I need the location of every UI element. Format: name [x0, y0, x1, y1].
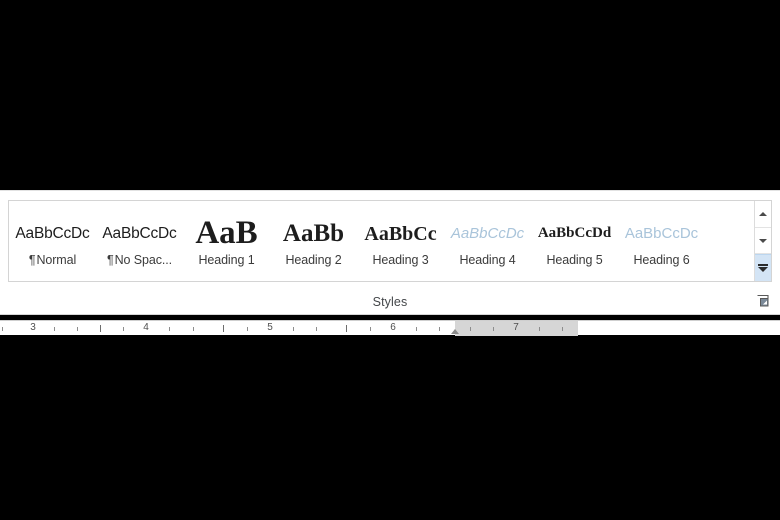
style-label-heading-1: Heading 1	[198, 253, 255, 267]
ruler-tick	[539, 327, 540, 331]
ruler-tick	[370, 327, 371, 331]
ruler-tick	[493, 327, 494, 331]
ruler-tick	[223, 325, 224, 332]
pilcrow-icon: ¶	[107, 253, 114, 267]
style-item-heading-1[interactable]: AaB Heading 1	[183, 201, 270, 281]
chevron-up-icon	[759, 211, 767, 216]
chevron-down-icon	[759, 238, 767, 243]
ruler-number: 4	[143, 322, 149, 333]
ruler-tick	[77, 327, 78, 331]
styles-group-label-row: Styles	[0, 288, 780, 315]
ruler-tick	[439, 327, 440, 331]
style-label-normal: ¶Normal	[29, 254, 76, 271]
style-preview-heading-3: AaBbCc	[364, 222, 437, 245]
style-item-heading-5[interactable]: AaBbCcDd Heading 5	[531, 201, 618, 281]
gallery-scroll-down-button[interactable]	[755, 227, 771, 255]
style-item-heading-2[interactable]: AaBb Heading 2	[270, 201, 357, 281]
ruler-tick	[247, 327, 248, 331]
styles-gallery-frame: AaBbCcDc ¶Normal AaBbCcDc ¶No Spac... Aa…	[8, 200, 772, 282]
style-preview-heading-5: AaBbCcDd	[537, 225, 612, 242]
ruler-tick	[416, 327, 417, 331]
style-item-heading-3[interactable]: AaBbCc Heading 3	[357, 201, 444, 281]
ruler-tick	[100, 325, 101, 332]
style-item-no-spacing[interactable]: AaBbCcDc ¶No Spac...	[96, 201, 183, 281]
style-preview-heading-1: AaB	[195, 215, 258, 252]
style-item-heading-6[interactable]: AaBbCcDc Heading 6	[618, 201, 705, 281]
style-preview-heading-4: AaBbCcDc	[450, 225, 525, 243]
ruler-number: 6	[390, 322, 396, 333]
style-label-heading-5: Heading 5	[546, 253, 603, 267]
dialog-launcher-icon[interactable]	[756, 294, 770, 308]
ruler-tick	[562, 327, 563, 331]
more-styles-icon	[758, 264, 768, 273]
style-label-heading-2: Heading 2	[285, 253, 342, 267]
ruler-tick	[346, 325, 347, 332]
style-preview-heading-6: AaBbCcDc	[624, 225, 699, 243]
styles-gallery[interactable]: AaBbCcDc ¶Normal AaBbCcDc ¶No Spac... Aa…	[9, 201, 754, 281]
ruler-tick	[470, 327, 471, 331]
ruler-number: 7	[513, 322, 519, 333]
styles-ribbon-group: AaBbCcDc ¶Normal AaBbCcDc ¶No Spac... Aa…	[0, 190, 780, 315]
ruler-indent-marker[interactable]	[451, 329, 459, 334]
ruler-tick	[169, 327, 170, 331]
ruler-tick	[293, 327, 294, 331]
gallery-more-button[interactable]	[755, 254, 771, 282]
style-item-normal[interactable]: AaBbCcDc ¶Normal	[9, 201, 96, 281]
ruler-tick	[54, 327, 55, 331]
ruler-number: 3	[30, 322, 36, 333]
styles-gallery-scrollbar[interactable]	[754, 201, 771, 282]
style-label-no-spacing: ¶No Spac...	[107, 254, 172, 271]
ruler-tick	[193, 327, 194, 331]
style-item-heading-4[interactable]: AaBbCcDc Heading 4	[444, 201, 531, 281]
style-label-heading-6: Heading 6	[633, 253, 690, 267]
styles-group-label: Styles	[372, 294, 408, 309]
style-preview-normal: AaBbCcDc	[15, 224, 90, 242]
horizontal-ruler[interactable]: 3 4 5 6 7	[0, 320, 780, 336]
style-label-heading-3: Heading 3	[372, 253, 429, 267]
ruler-tick	[316, 327, 317, 331]
style-label-heading-4: Heading 4	[459, 253, 516, 267]
ruler-number: 5	[267, 322, 273, 333]
ruler-tick	[2, 327, 3, 331]
style-label-text: Normal	[36, 253, 77, 267]
style-label-text: No Spac...	[114, 253, 172, 267]
style-preview-no-spacing: AaBbCcDc	[102, 224, 177, 242]
ruler-tick	[123, 327, 124, 331]
gallery-scroll-up-button[interactable]	[755, 201, 771, 228]
style-preview-heading-2: AaBb	[282, 220, 345, 248]
screen: AaBbCcDc ¶Normal AaBbCcDc ¶No Spac... Aa…	[0, 0, 780, 520]
